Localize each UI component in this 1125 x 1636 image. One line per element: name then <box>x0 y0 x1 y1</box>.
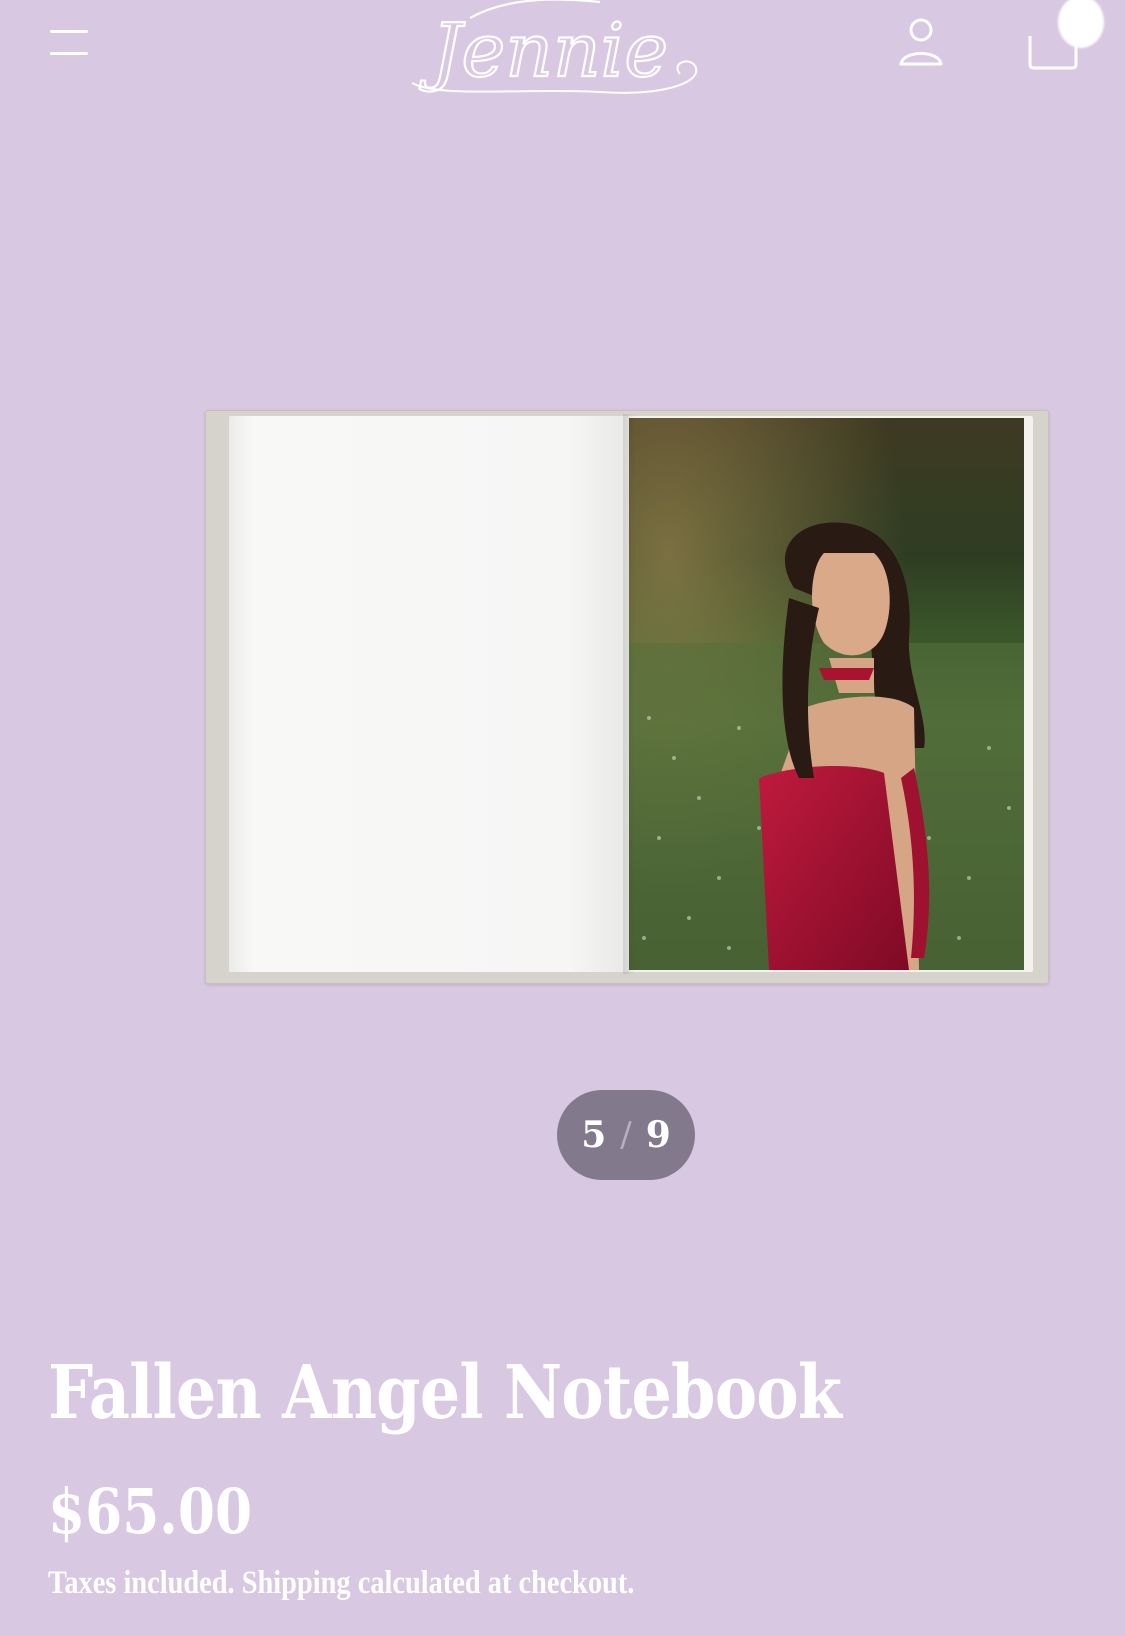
product-gallery[interactable] <box>0 390 1125 1010</box>
notebook-spine <box>623 414 643 974</box>
product-image <box>205 410 1049 984</box>
account-icon[interactable] <box>892 12 950 70</box>
menu-line <box>50 52 88 55</box>
counter-separator: / <box>620 1115 632 1155</box>
product-title: Fallen Angel Notebook <box>48 1350 842 1436</box>
counter-current: 5 <box>581 1114 607 1156</box>
image-counter: 5 / 9 <box>557 1090 695 1180</box>
menu-line <box>50 30 88 33</box>
jennie-logo[interactable]: Jennie <box>400 0 730 108</box>
notebook-blank-page <box>229 416 629 972</box>
logo-text: Jennie <box>419 8 668 94</box>
counter-total: 9 <box>645 1114 671 1156</box>
tax-shipping-note: Taxes included. Shipping calculated at c… <box>48 1565 635 1601</box>
menu-button[interactable] <box>42 22 98 62</box>
portrait-photo <box>629 418 1024 970</box>
cart-count-badge <box>1058 0 1104 48</box>
site-header: Jennie <box>0 0 1125 120</box>
product-price: $65.00 <box>48 1475 253 1548</box>
notebook-photo-page <box>629 416 1033 972</box>
